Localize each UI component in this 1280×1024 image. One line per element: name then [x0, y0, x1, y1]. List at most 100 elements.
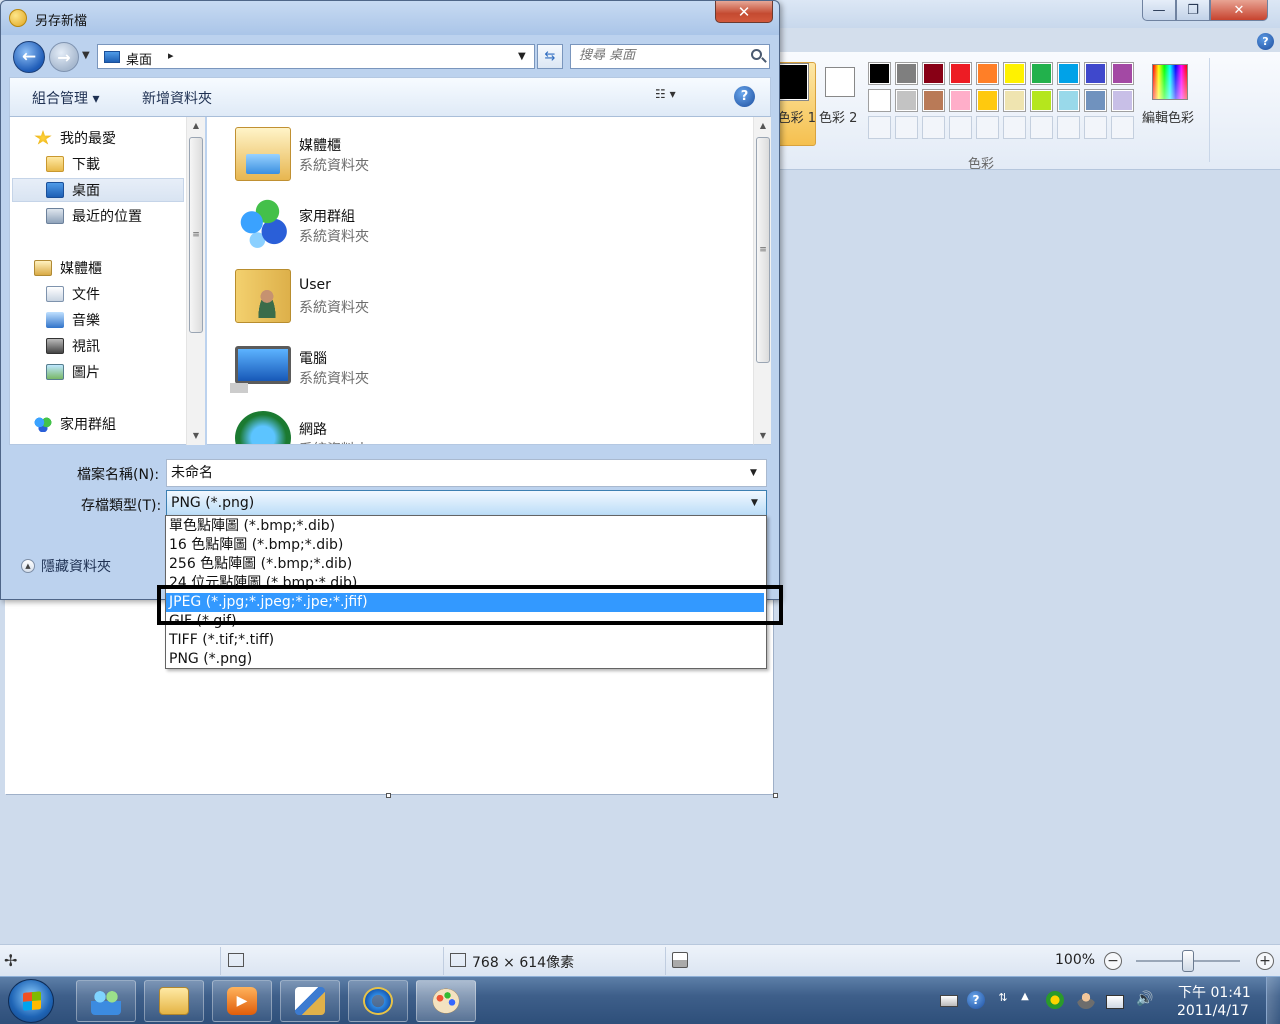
filetype-option[interactable]: 256 色點陣圖 (*.bmp;*.dib) — [166, 555, 764, 574]
filename-combobox[interactable]: ▼ — [166, 459, 767, 487]
breadcrumb-chevron-icon[interactable]: ▸ — [168, 49, 174, 62]
filetype-option[interactable]: 單色點陣圖 (*.bmp;*.dib) — [166, 517, 764, 536]
user-status-icon[interactable] — [1077, 991, 1095, 1009]
color-swatch[interactable] — [1030, 89, 1053, 112]
color-swatch[interactable] — [1057, 89, 1080, 112]
color-swatch[interactable] — [1111, 89, 1134, 112]
recent-pages-dropdown-icon[interactable]: ▼ — [82, 50, 90, 61]
color-swatch[interactable] — [1030, 62, 1053, 85]
clock-time[interactable]: 下午 01:41 — [1178, 982, 1251, 1002]
nav-item[interactable]: 圖片 — [46, 360, 100, 384]
network-icon[interactable] — [1106, 995, 1124, 1009]
edit-colors-icon[interactable] — [1152, 64, 1188, 100]
color-swatch[interactable] — [949, 89, 972, 112]
custom-color-slot[interactable] — [949, 116, 972, 139]
refresh-button[interactable]: ⇆ — [537, 44, 563, 69]
help-tray-icon[interactable]: ? — [967, 991, 985, 1009]
file-item[interactable]: 網路系統資料夾 — [233, 405, 533, 444]
custom-color-slot[interactable] — [1030, 116, 1053, 139]
filetype-dropdown-icon[interactable]: ▼ — [751, 498, 758, 508]
help-icon[interactable]: ? — [734, 86, 755, 107]
dialog-close-button[interactable]: ✕ — [715, 1, 773, 23]
view-options-button[interactable]: ☷ ▾ — [655, 87, 695, 107]
custom-color-slot[interactable] — [1084, 116, 1107, 139]
custom-color-slot[interactable] — [868, 116, 891, 139]
address-bar[interactable]: 桌面 ▸ ▼ — [97, 44, 535, 69]
color-swatch[interactable] — [1084, 62, 1107, 85]
search-icon[interactable] — [751, 49, 762, 60]
custom-color-slot[interactable] — [922, 116, 945, 139]
hide-folders-button[interactable]: ▲ 隱藏資料夾 — [21, 556, 111, 576]
show-desktop-button[interactable] — [1266, 977, 1280, 1024]
custom-color-slot[interactable] — [895, 116, 918, 139]
close-button[interactable]: ✕ — [1210, 0, 1268, 21]
taskbar-app-windows-live-messenger[interactable] — [76, 980, 136, 1022]
file-item[interactable]: 媒體櫃 系統資料夾 — [233, 121, 533, 187]
color-swatch[interactable] — [1084, 89, 1107, 112]
custom-color-slot[interactable] — [1003, 116, 1026, 139]
nav-item[interactable]: 桌面 — [12, 178, 184, 202]
scroll-down-arrow-icon[interactable]: ▼ — [187, 427, 205, 444]
filename-input[interactable] — [171, 464, 741, 480]
scrollbar-thumb[interactable]: ≡ — [189, 137, 203, 333]
search-input[interactable] — [579, 48, 745, 63]
nav-item[interactable]: 視訊 — [46, 334, 100, 358]
address-dropdown-icon[interactable]: ▼ — [518, 51, 526, 62]
scroll-down-arrow-icon[interactable]: ▼ — [754, 427, 772, 444]
color-swatch[interactable] — [1111, 62, 1134, 85]
security-shield-icon[interactable] — [1046, 991, 1064, 1009]
file-list-scrollbar[interactable]: ▲ ≡ ▼ — [753, 117, 771, 445]
zoom-slider-thumb[interactable] — [1182, 950, 1194, 972]
color-swatch[interactable] — [976, 89, 999, 112]
color-swatch[interactable] — [976, 62, 999, 85]
filetype-option[interactable]: TIFF (*.tif;*.tiff) — [166, 631, 764, 650]
color-swatch[interactable] — [868, 89, 891, 112]
color-swatch[interactable] — [1003, 62, 1026, 85]
filename-dropdown-icon[interactable]: ▼ — [750, 468, 757, 478]
filetype-option[interactable]: 16 色點陣圖 (*.bmp;*.dib) — [166, 536, 764, 555]
show-hidden-icons-icon[interactable]: ▲ — [1016, 991, 1034, 1009]
file-item[interactable]: 家用群組 系統資料夾 — [233, 192, 533, 258]
address-location[interactable]: 桌面 — [126, 49, 152, 68]
taskbar-app-internet-explorer[interactable] — [348, 980, 408, 1022]
maximize-button[interactable]: ❐ — [1176, 0, 1210, 21]
taskbar-app-windows-explorer[interactable] — [144, 980, 204, 1022]
file-item[interactable]: 電腦 系統資料夾 — [230, 334, 533, 400]
nav-item[interactable]: 媒體櫃 — [34, 256, 102, 280]
start-button[interactable] — [8, 979, 54, 1023]
color-swatch[interactable] — [895, 89, 918, 112]
help-icon[interactable]: ? — [1257, 33, 1274, 50]
color-swatch[interactable] — [949, 62, 972, 85]
forward-button[interactable]: → — [49, 42, 79, 72]
clock-date[interactable]: 2011/4/17 — [1177, 1003, 1249, 1019]
edit-colors-label[interactable]: 編輯色彩 — [1142, 107, 1194, 126]
search-box[interactable] — [570, 44, 770, 69]
filetype-select[interactable]: PNG (*.png) ▼ — [166, 490, 767, 517]
color-swatch[interactable] — [922, 62, 945, 85]
nav-item[interactable]: 我的最愛 — [34, 126, 116, 150]
custom-color-slot[interactable] — [1111, 116, 1134, 139]
filetype-option[interactable]: PNG (*.png) — [166, 650, 764, 669]
resize-handle-corner[interactable] — [773, 793, 778, 798]
input-method-icon[interactable]: ⇅ — [994, 991, 1012, 1009]
taskbar-app-windows-media-player[interactable] — [212, 980, 272, 1022]
keyboard-icon[interactable] — [940, 995, 958, 1007]
new-folder-button[interactable]: 新增資料夾 — [142, 88, 212, 108]
color-swatch[interactable] — [868, 62, 891, 85]
nav-item[interactable]: 音樂 — [46, 308, 100, 332]
nav-item[interactable]: 下載 — [46, 152, 100, 176]
nav-item[interactable]: 家用群組 — [34, 412, 116, 436]
color-swatch[interactable] — [1003, 89, 1026, 112]
volume-icon[interactable]: 🔊 — [1136, 991, 1154, 1009]
zoom-in-button[interactable]: + — [1256, 952, 1274, 970]
minimize-button[interactable]: — — [1142, 0, 1176, 21]
zoom-out-button[interactable]: − — [1104, 952, 1122, 970]
nav-item[interactable]: 文件 — [46, 282, 100, 306]
color-swatch[interactable] — [895, 62, 918, 85]
scroll-up-arrow-icon[interactable]: ▲ — [187, 117, 205, 134]
nav-item[interactable]: 最近的位置 — [46, 204, 142, 228]
organize-button[interactable]: 組合管理 ▾ — [32, 88, 99, 108]
back-button[interactable]: ← — [13, 41, 45, 73]
taskbar-app-paint[interactable] — [416, 980, 476, 1022]
navigation-scrollbar[interactable]: ▲ ≡ ▼ — [186, 117, 205, 445]
